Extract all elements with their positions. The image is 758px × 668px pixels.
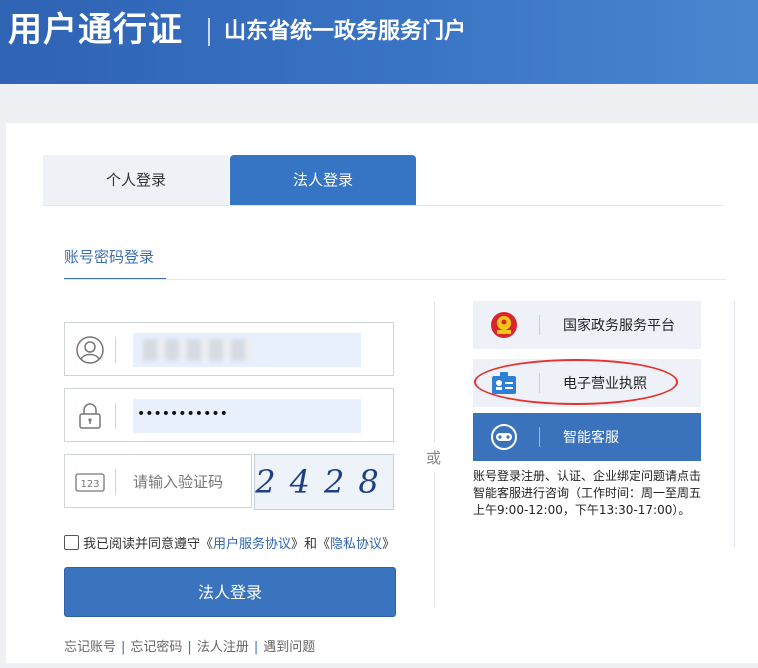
legal-register-link[interactable]: 法人注册 (197, 640, 249, 655)
forgot-password-link[interactable]: 忘记密码 (130, 640, 182, 655)
page-header: 用户通行证 山东省统一政务服务门户 (0, 0, 758, 84)
help-text: 账号登录注册、认证、企业绑定问题请点击智能客服进行咨询（工作时间：周一至周五上午… (473, 469, 702, 517)
user-icon (76, 336, 104, 364)
number-pad-icon: 123 (75, 473, 105, 492)
legal-login-button[interactable]: 法人登录 (64, 567, 396, 617)
header-title: 用户通行证 (8, 10, 183, 50)
option-divider (539, 427, 540, 447)
number-pad-icon-label: 123 (80, 479, 99, 490)
right-border (734, 301, 735, 547)
username-field[interactable] (64, 322, 394, 376)
national-platform-login-button[interactable]: 国家政务服务平台 (473, 301, 701, 349)
option-label: 智能客服 (563, 430, 619, 446)
robot-icon (491, 424, 517, 450)
agreement-text-mid: 》和《 (291, 537, 331, 552)
field-divider (115, 403, 116, 429)
redacted-username (143, 339, 253, 361)
login-panel: 个人登录 法人登录 账号密码登录 ••••••••••• 123 请输入验证码 … (6, 123, 758, 663)
header-divider (208, 18, 210, 46)
privacy-agreement-link[interactable]: 隐私协议 (330, 537, 382, 552)
password-field[interactable]: ••••••••••• (64, 388, 394, 442)
forgot-account-link[interactable]: 忘记账号 (64, 640, 116, 655)
tab-legal-login[interactable]: 法人登录 (230, 155, 416, 205)
field-divider (115, 337, 116, 363)
field-divider (115, 469, 116, 495)
tab-personal-login[interactable]: 个人登录 (43, 155, 229, 205)
help-problem-link[interactable]: 遇到问题 (263, 640, 315, 655)
emblem-icon (491, 312, 517, 338)
or-label: 或 (426, 443, 442, 472)
captcha-image[interactable]: 2428 (254, 454, 394, 510)
option-divider (539, 315, 540, 335)
subtab-divider (64, 279, 726, 280)
agreement-text-end: 》 (382, 537, 396, 552)
tab-password-login[interactable]: 账号密码登录 (64, 246, 154, 267)
bottom-links: 忘记账号 | 忘记密码 | 法人注册 | 遇到问题 (64, 640, 316, 655)
agreement-text: 我已阅读并同意遵守《 (83, 537, 214, 552)
lock-icon (79, 403, 101, 429)
password-mask: ••••••••••• (137, 406, 228, 422)
password-input[interactable]: ••••••••••• (133, 399, 361, 433)
service-agreement-link[interactable]: 用户服务协议 (213, 537, 291, 552)
tab-divider (43, 205, 723, 206)
captcha-field[interactable]: 123 请输入验证码 (64, 454, 252, 508)
captcha-input[interactable]: 请输入验证码 (133, 471, 223, 492)
agreement-row: 我已阅读并同意遵守《用户服务协议》和《隐私协议》 (64, 533, 395, 552)
smart-customer-service-button[interactable]: 智能客服 (473, 413, 701, 461)
username-input[interactable] (133, 333, 361, 367)
header-subtitle: 山东省统一政务服务门户 (224, 19, 467, 44)
option-label: 国家政务服务平台 (563, 318, 675, 334)
agreement-checkbox[interactable] (64, 535, 79, 550)
highlight-ellipse (474, 359, 678, 405)
